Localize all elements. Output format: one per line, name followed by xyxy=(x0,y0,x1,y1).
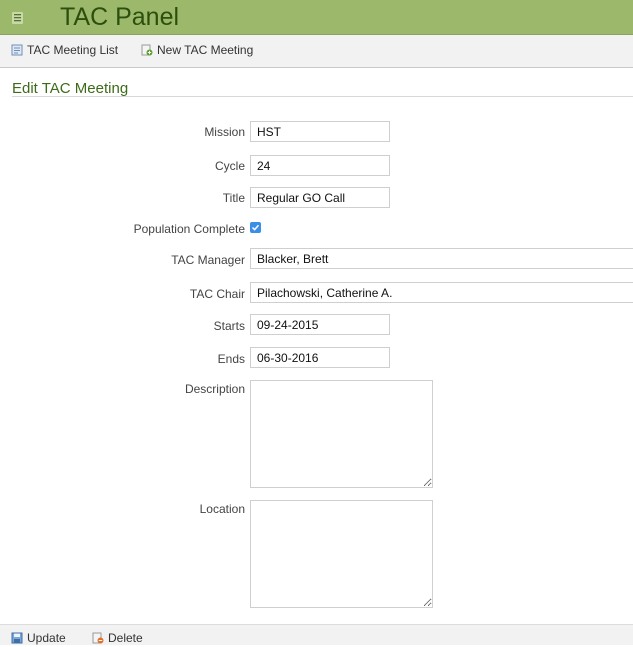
delete-icon xyxy=(92,632,104,644)
description-textarea[interactable] xyxy=(250,380,433,488)
update-label: Update xyxy=(27,631,66,645)
update-button[interactable]: Update xyxy=(11,631,66,645)
ends-label: Ends xyxy=(217,352,245,366)
population-complete-label: Population Complete xyxy=(133,222,245,236)
document-list-icon xyxy=(11,44,23,56)
tac-manager-field[interactable] xyxy=(250,248,633,269)
location-label: Location xyxy=(199,502,245,516)
checkmark-icon xyxy=(251,224,260,231)
title-label: Title xyxy=(222,191,245,205)
location-textarea[interactable] xyxy=(250,500,433,608)
tac-manager-label: TAC Manager xyxy=(171,253,245,267)
menu-icon[interactable] xyxy=(12,11,23,24)
cycle-field[interactable] xyxy=(250,155,390,176)
add-document-icon xyxy=(141,44,153,56)
meeting-list-link[interactable]: TAC Meeting List xyxy=(11,43,118,57)
form-heading: Edit TAC Meeting xyxy=(12,80,129,97)
toolbar: TAC Meeting List New TAC Meeting xyxy=(0,35,633,68)
new-meeting-label: New TAC Meeting xyxy=(157,43,254,57)
mission-field[interactable] xyxy=(250,121,390,142)
heading-divider xyxy=(12,96,633,97)
tac-chair-field[interactable] xyxy=(250,282,633,303)
cycle-label: Cycle xyxy=(214,159,245,173)
ends-date-field[interactable] xyxy=(250,347,390,368)
app-header: TAC Panel xyxy=(0,0,633,35)
delete-button[interactable]: Delete xyxy=(92,631,143,645)
new-meeting-link[interactable]: New TAC Meeting xyxy=(141,43,253,57)
population-complete-checkbox[interactable] xyxy=(250,222,261,233)
app-title: TAC Panel xyxy=(60,3,180,31)
starts-label: Starts xyxy=(213,319,245,333)
delete-label: Delete xyxy=(108,631,143,645)
mission-label: Mission xyxy=(204,125,245,139)
tac-chair-label: TAC Chair xyxy=(189,287,245,301)
save-icon xyxy=(11,632,23,644)
description-label: Description xyxy=(184,382,245,396)
title-field[interactable] xyxy=(250,187,390,208)
starts-date-field[interactable] xyxy=(250,314,390,335)
form-actions-bar: Update Delete xyxy=(0,624,633,645)
meeting-list-label: TAC Meeting List xyxy=(27,43,119,57)
